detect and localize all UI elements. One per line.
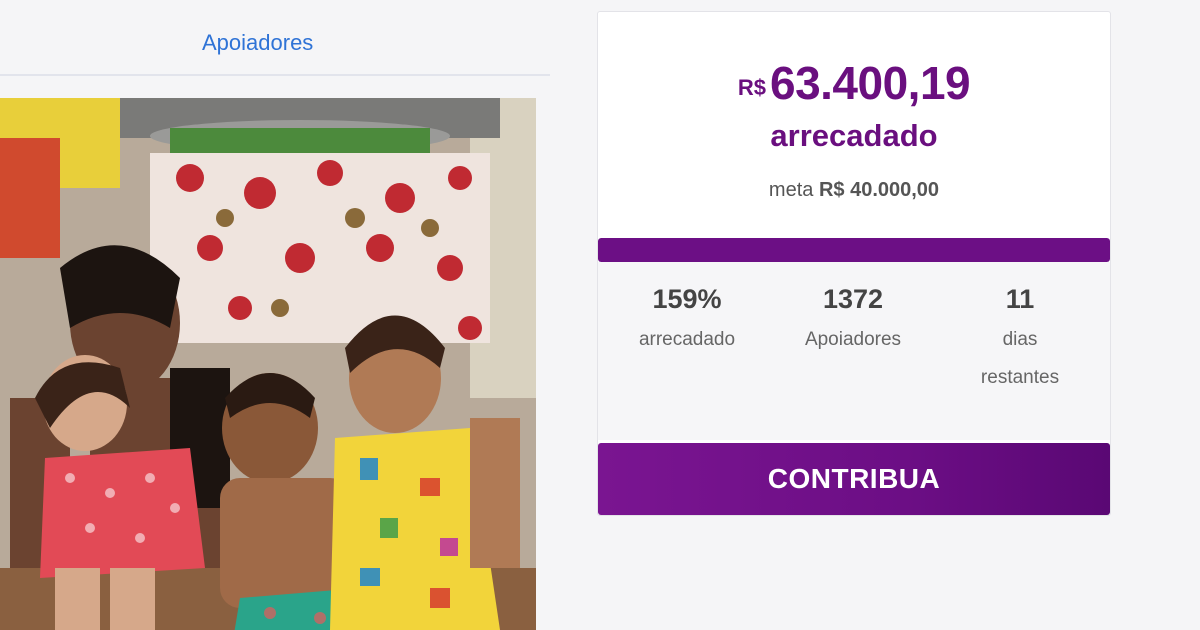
stat-supporters-value: 1372 — [822, 284, 884, 314]
campaign-content: Apoiadores — [0, 0, 550, 630]
contribute-button[interactable]: CONTRIBUA — [598, 443, 1110, 515]
raised-amount: R$63.400,19 — [598, 56, 1110, 110]
raised-label: arrecadado — [770, 118, 938, 153]
campaign-photo — [0, 98, 536, 630]
progress-bar — [598, 238, 1110, 262]
amount-value: 63.400,19 — [769, 57, 971, 109]
campaign-page: Apoiadores R$63.400,19 arrecadado meta R… — [0, 0, 1200, 630]
progress-fill — [598, 238, 1110, 262]
stat-days-label-line2: restantes — [980, 367, 1060, 388]
goal-prefix: meta — [768, 179, 814, 201]
donation-summary-card: R$63.400,19 arrecadado meta R$ 40.000,00… — [597, 11, 1111, 516]
stat-days-label-line1: dias — [1002, 329, 1038, 350]
stat-days-left: 11 dias restantes — [935, 284, 1105, 391]
tab-supporters[interactable]: Apoiadores — [202, 30, 313, 56]
stats-area: 159% arrecadado 1372 Apoiadores 11 dias … — [598, 262, 1110, 440]
tab-bar: Apoiadores — [0, 0, 550, 76]
stat-percent-value: 159% — [652, 284, 722, 314]
stat-days-value: 11 — [1005, 284, 1035, 314]
stat-percent: 159% arrecadado — [602, 284, 772, 353]
stat-percent-label: arrecadado — [638, 329, 736, 350]
currency-symbol: R$ — [737, 75, 766, 100]
goal-row: meta R$ 40.000,00 — [598, 179, 1110, 202]
goal-value: R$ 40.000,00 — [818, 179, 940, 201]
stat-supporters: 1372 Apoiadores — [768, 284, 938, 353]
stat-supporters-label: Apoiadores — [804, 329, 902, 350]
